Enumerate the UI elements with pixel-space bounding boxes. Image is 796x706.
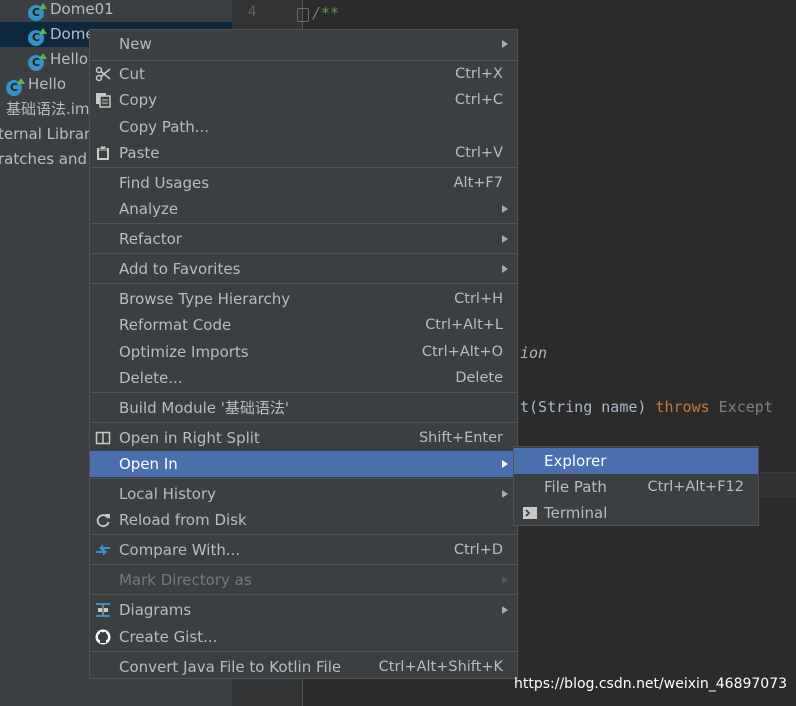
split-icon — [95, 431, 111, 445]
menu-item-copy-path[interactable]: Copy Path... — [90, 114, 517, 140]
watermark: https://blog.csdn.net/weixin_46897073 — [514, 676, 788, 692]
tree-item[interactable]: 基础语法.im — [6, 97, 90, 122]
fold-marker-icon[interactable] — [297, 8, 309, 22]
submenu-arrow-icon — [502, 205, 508, 213]
github-icon — [95, 629, 111, 645]
menu-item-find-usages[interactable]: Find Usages Alt+F7 — [90, 170, 517, 196]
tree-item[interactable]: C Dome01 — [28, 0, 114, 22]
submenu-arrow-icon — [502, 460, 508, 468]
menu-item-convert-to-kotlin[interactable]: Convert Java File to Kotlin File Ctrl+Alt… — [90, 654, 517, 680]
tree-item[interactable]: C Hello — [28, 47, 88, 72]
context-menu: New Cut Ctrl+X Copy Ctrl+C Copy Path... Pa… — [89, 29, 518, 679]
menu-item-local-history[interactable]: Local History — [90, 481, 517, 507]
menu-item-reformat-code[interactable]: Reformat Code Ctrl+Alt+L — [90, 312, 517, 338]
menu-item-delete[interactable]: Delete... Delete — [90, 365, 517, 391]
caret-line — [760, 472, 796, 497]
menu-item-mark-directory-as: Mark Directory as — [90, 567, 517, 593]
tree-item-label: 基础语法.im — [6, 100, 90, 118]
menu-item-add-to-favorites[interactable]: Add to Favorites — [90, 256, 517, 282]
tree-item-label: Hello — [50, 50, 89, 68]
clipboard-icon — [97, 145, 109, 160]
menu-item-build-module[interactable]: Build Module '基础语法' — [90, 395, 517, 421]
submenu-item-file-path[interactable]: File Path Ctrl+Alt+F12 — [514, 474, 758, 500]
tree-item[interactable]: ternal Librar — [0, 122, 90, 147]
java-class-icon: C — [28, 28, 47, 46]
submenu-item-explorer[interactable]: Explorer — [514, 448, 758, 474]
java-class-icon: C — [6, 78, 25, 96]
menu-item-new[interactable]: New — [90, 31, 517, 57]
open-in-submenu: Explorer File Path Ctrl+Alt+F12 Terminal — [513, 446, 759, 526]
submenu-arrow-icon — [502, 576, 508, 584]
line-number: 4 — [248, 4, 257, 20]
submenu-arrow-icon — [502, 490, 508, 498]
menu-item-analyze[interactable]: Analyze — [90, 196, 517, 222]
scissors-icon — [95, 66, 111, 82]
tree-item-label: Dome — [50, 25, 95, 43]
reload-icon — [96, 514, 110, 528]
submenu-item-terminal[interactable]: Terminal — [514, 500, 758, 526]
menu-item-reload-from-disk[interactable]: Reload from Disk — [90, 507, 517, 533]
tree-item-label: Hello — [28, 75, 67, 93]
submenu-arrow-icon — [502, 40, 508, 48]
diagram-icon — [96, 603, 110, 617]
submenu-arrow-icon — [502, 606, 508, 614]
menu-item-optimize-imports[interactable]: Optimize Imports Ctrl+Alt+O — [90, 339, 517, 365]
tree-item[interactable]: ratches and — [0, 147, 87, 172]
menu-item-compare-with[interactable]: Compare With... Ctrl+D — [90, 537, 517, 563]
code-comment: /** — [312, 4, 340, 22]
submenu-arrow-icon — [502, 265, 508, 273]
compare-icon — [96, 544, 110, 556]
terminal-icon — [523, 507, 537, 519]
java-class-icon: C — [28, 3, 47, 21]
copy-icon — [96, 93, 111, 108]
tree-item[interactable]: C Hello — [6, 72, 66, 97]
menu-item-open-in[interactable]: Open In — [90, 451, 517, 477]
tree-item-label: Dome01 — [50, 0, 114, 18]
menu-item-diagrams[interactable]: Diagrams — [90, 597, 517, 623]
tree-item-label: ternal Librar — [0, 125, 91, 143]
menu-item-copy[interactable]: Copy Ctrl+C — [90, 87, 517, 113]
menu-item-create-gist[interactable]: Create Gist... — [90, 624, 517, 650]
menu-item-paste[interactable]: Paste Ctrl+V — [90, 140, 517, 166]
menu-item-open-in-right-split[interactable]: Open in Right Split Shift+Enter — [90, 425, 517, 451]
menu-item-browse-type-hierarchy[interactable]: Browse Type Hierarchy Ctrl+H — [90, 286, 517, 312]
code-fragment: ion — [520, 344, 548, 362]
submenu-arrow-icon — [502, 235, 508, 243]
code-signature: t(String name) throws Except — [520, 398, 773, 416]
menu-item-refactor[interactable]: Refactor — [90, 226, 517, 252]
menu-item-cut[interactable]: Cut Ctrl+X — [90, 61, 517, 87]
tree-item-label: ratches and — [0, 150, 88, 168]
java-class-icon: C — [28, 53, 47, 71]
